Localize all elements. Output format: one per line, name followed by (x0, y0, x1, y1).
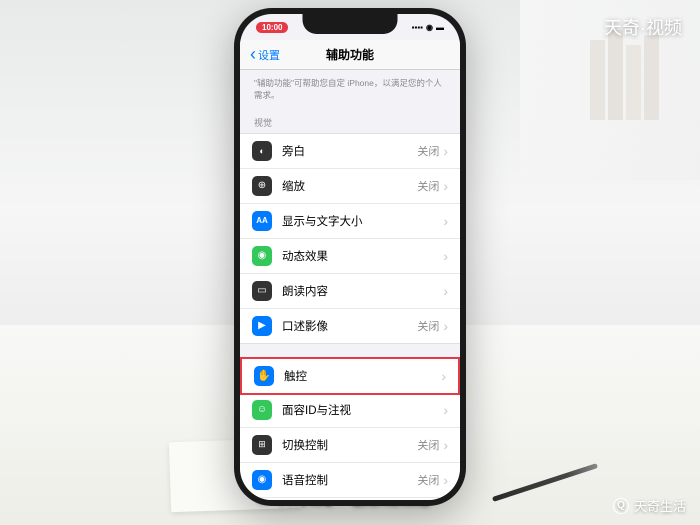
voice-control-icon: ◉ (252, 470, 272, 490)
row-value: 关闭 (417, 472, 439, 488)
row-spoken-content[interactable]: ▭ 朗读内容 › (240, 274, 460, 309)
motion-icon: ◉ (252, 246, 272, 266)
chevron-right-icon: › (441, 368, 446, 384)
row-audio-descriptions[interactable]: ▶ 口述影像 关闭 › (240, 309, 460, 343)
row-label: 面容ID与注视 (282, 402, 443, 418)
tutorial-scene: 天奇·视频 Q 天奇生活 3.点击【触控】 10:00 ▪▪▪▪ ◉ ▬ 设置 … (0, 0, 700, 525)
settings-content[interactable]: "辅助功能"可帮助您自定 iPhone，以满足您的个人需求。 视觉 ◐ 旁白 关… (240, 70, 460, 500)
chevron-right-icon: › (443, 437, 448, 453)
row-value: 关闭 (417, 178, 439, 194)
chevron-right-icon: › (443, 213, 448, 229)
chevron-right-icon: › (443, 143, 448, 159)
row-label: 语音控制 (282, 472, 417, 488)
phone-frame: 10:00 ▪▪▪▪ ◉ ▬ 设置 辅助功能 "辅助功能"可帮助您自定 iPho… (234, 8, 466, 506)
row-display-text-size[interactable]: AA 显示与文字大小 › (240, 204, 460, 239)
nav-title: 辅助功能 (326, 46, 374, 63)
row-label: 缩放 (282, 178, 417, 194)
watermark-top-right: 天奇·视频 (604, 14, 682, 40)
back-button[interactable]: 设置 (250, 47, 280, 63)
voiceover-icon: ◐ (252, 141, 272, 161)
row-side-button[interactable]: ▯ 侧边按钮 › (240, 498, 460, 500)
section-header-vision: 视觉 (240, 106, 460, 133)
row-label: 显示与文字大小 (282, 213, 443, 229)
row-faceid-attention[interactable]: ☺ 面容ID与注视 › (240, 393, 460, 428)
row-voice-control[interactable]: ◉ 语音控制 关闭 › (240, 463, 460, 498)
phone-screen: 10:00 ▪▪▪▪ ◉ ▬ 设置 辅助功能 "辅助功能"可帮助您自定 iPho… (240, 14, 460, 500)
chevron-right-icon: › (443, 402, 448, 418)
watermark-text: 天奇生活 (634, 496, 686, 515)
touch-icon: ✋ (254, 366, 274, 386)
zoom-icon: ⊕ (252, 176, 272, 196)
row-motion[interactable]: ◉ 动态效果 › (240, 239, 460, 274)
chevron-right-icon: › (443, 283, 448, 299)
chevron-right-icon: › (443, 318, 448, 334)
battery-icon: ▬ (436, 23, 444, 32)
status-indicators: ▪▪▪▪ ◉ ▬ (412, 23, 444, 32)
chevron-right-icon: › (443, 178, 448, 194)
description-text: "辅助功能"可帮助您自定 iPhone，以满足您的个人需求。 (240, 70, 460, 106)
spoken-content-icon: ▭ (252, 281, 272, 301)
row-switch-control[interactable]: ⊞ 切换控制 关闭 › (240, 428, 460, 463)
status-time-pill: 10:00 (256, 22, 288, 33)
nav-bar: 设置 辅助功能 (240, 40, 460, 70)
watermark-logo-icon: Q (613, 498, 629, 514)
watermark-bottom-right: Q 天奇生活 (613, 496, 686, 515)
row-touch[interactable]: ✋ 触控 › (240, 357, 460, 395)
motor-group: ✋ 触控 › ☺ 面容ID与注视 › ⊞ 切换控制 关闭 › (240, 358, 460, 500)
chevron-right-icon: › (443, 248, 448, 264)
row-label: 动态效果 (282, 248, 443, 264)
row-label: 口述影像 (282, 318, 417, 334)
row-label: 朗读内容 (282, 283, 443, 299)
vision-group: ◐ 旁白 关闭 › ⊕ 缩放 关闭 › AA 显示与文字大小 › (240, 133, 460, 344)
row-label: 切换控制 (282, 437, 417, 453)
wifi-icon: ◉ (426, 23, 433, 32)
row-value: 关闭 (417, 143, 439, 159)
display-text-icon: AA (252, 211, 272, 231)
faceid-icon: ☺ (252, 400, 272, 420)
signal-icon: ▪▪▪▪ (412, 23, 423, 32)
row-value: 关闭 (417, 437, 439, 453)
chevron-right-icon: › (443, 472, 448, 488)
row-label: 旁白 (282, 143, 417, 159)
row-zoom[interactable]: ⊕ 缩放 关闭 › (240, 169, 460, 204)
row-voiceover[interactable]: ◐ 旁白 关闭 › (240, 134, 460, 169)
row-label: 触控 (284, 368, 441, 384)
phone-notch (303, 14, 398, 34)
switch-control-icon: ⊞ (252, 435, 272, 455)
row-value: 关闭 (417, 318, 439, 334)
audio-desc-icon: ▶ (252, 316, 272, 336)
